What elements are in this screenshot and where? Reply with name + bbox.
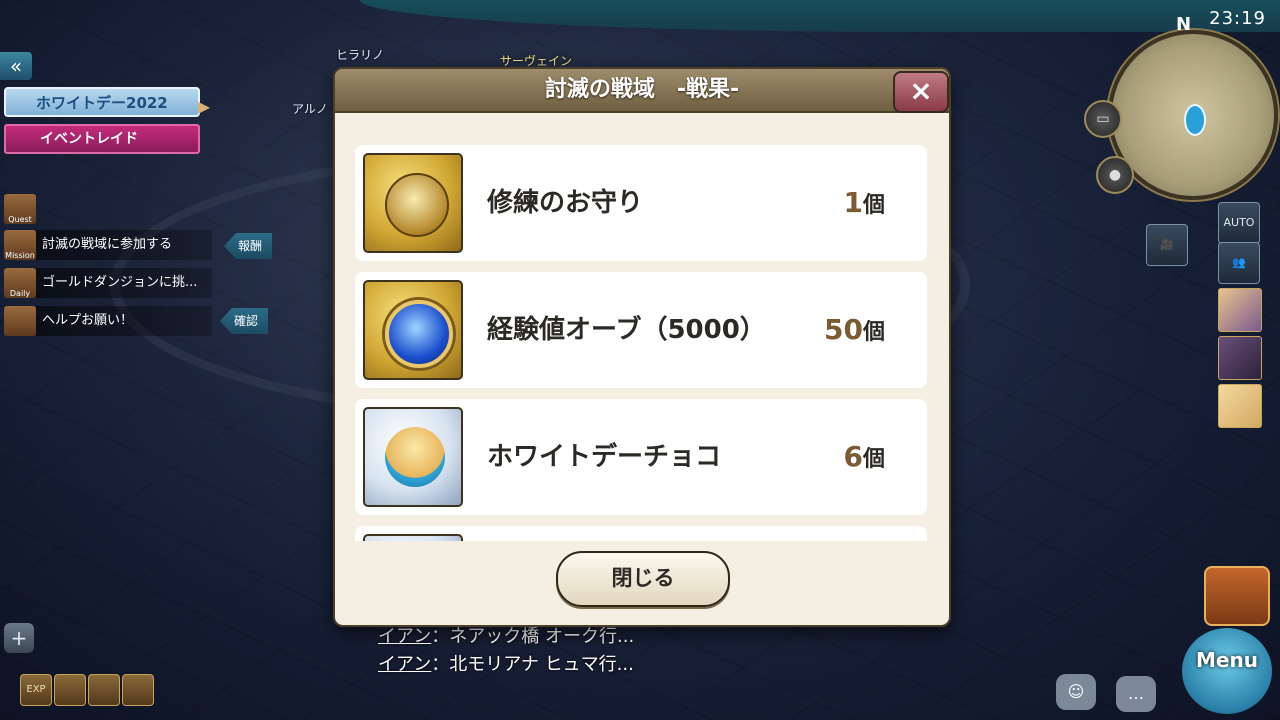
reward-item-partial[interactable] xyxy=(355,526,927,541)
chat-icon[interactable]: … xyxy=(1116,676,1156,712)
emote-icon[interactable]: ☺ xyxy=(1056,674,1096,710)
help-handshake-icon[interactable] xyxy=(4,306,36,336)
chat-line[interactable]: イアン：北モリアナ ヒュマ行... xyxy=(378,650,634,676)
reward-item[interactable]: 経験値オーブ（5000） 50個 xyxy=(355,272,927,388)
clock: 23:19 xyxy=(1209,8,1266,29)
reward-item[interactable]: ホワイトデーチョコ 6個 xyxy=(355,399,927,515)
player-name-label: アルノ xyxy=(292,102,328,116)
menu-button[interactable]: Menu xyxy=(1182,628,1272,714)
reward-name: 修練のお守り xyxy=(487,188,644,218)
party-member-portrait[interactable] xyxy=(1218,384,1262,428)
event-banner-label: ホワイトデー2022 xyxy=(36,94,168,112)
map-toggle-button[interactable]: ▭ xyxy=(1084,100,1122,138)
reward-quantity: 50個 xyxy=(824,313,885,346)
boots-boost-icon[interactable] xyxy=(88,674,120,706)
expand-plus-button[interactable]: + xyxy=(4,623,34,653)
treasure-chest-icon[interactable] xyxy=(1204,566,1270,626)
reward-item-icon xyxy=(363,534,463,541)
character-button[interactable]: ● xyxy=(1096,156,1134,194)
player-location-marker xyxy=(1184,104,1206,136)
tab-mission[interactable]: Mission xyxy=(4,230,36,260)
event-raid-banner[interactable]: イベントレイド xyxy=(4,124,200,154)
party-member-portrait[interactable] xyxy=(1218,288,1262,332)
party-icon[interactable]: 👥 xyxy=(1218,242,1260,284)
exp-boost-icon[interactable]: EXP xyxy=(20,674,52,706)
tab-quest[interactable]: Quest xyxy=(4,194,36,224)
chat-message: ：ネアック橋 オーク行... xyxy=(431,626,635,647)
reward-name: ホワイトデーチョコ xyxy=(487,442,722,472)
reward-item[interactable]: 修練のお守り 1個 xyxy=(355,145,927,261)
party-member-portrait[interactable] xyxy=(1218,336,1262,380)
crown-boost-icon[interactable] xyxy=(122,674,154,706)
compass-north-icon: N xyxy=(1176,14,1192,35)
camera-icon[interactable]: 🎥 xyxy=(1146,224,1188,266)
event-banner-white-day[interactable]: ホワイトデー2022 ▶ xyxy=(4,87,210,117)
chat-message: ：北モリアナ ヒュマ行... xyxy=(431,654,634,675)
white-day-choco-icon xyxy=(363,407,463,507)
coin-boost-icon[interactable] xyxy=(54,674,86,706)
reward-quantity: 1個 xyxy=(843,186,886,219)
tab-daily[interactable]: Daily xyxy=(4,268,36,298)
close-button[interactable]: 閉じる xyxy=(556,551,730,607)
auto-button[interactable]: AUTO xyxy=(1218,202,1260,244)
dialog-title: 討滅の戦域 -戦果- xyxy=(335,69,949,113)
mission-row[interactable]: 討滅の戦域に参加する xyxy=(36,230,212,260)
collapse-hud-button[interactable]: « xyxy=(0,52,32,80)
event-raid-label: イベントレイド xyxy=(40,131,138,147)
mission-row[interactable]: ヘルプお願い！ xyxy=(36,306,212,336)
chat-sender[interactable]: イアン xyxy=(378,654,431,675)
exp-orb-icon xyxy=(363,280,463,380)
mission-row[interactable]: ゴールドダンジョンに挑... xyxy=(36,268,212,298)
chevron-right-icon: ▶ xyxy=(197,97,210,116)
results-dialog: 討滅の戦域 -戦果- × 修練のお守り 1個 経験値オーブ（5000） 50個 … xyxy=(333,67,951,627)
player-name-label: ヒラリノ xyxy=(336,48,385,62)
amulet-icon xyxy=(363,153,463,253)
reward-name: 経験値オーブ（5000） xyxy=(487,315,766,345)
close-icon[interactable]: × xyxy=(893,71,949,113)
reward-list[interactable]: 修練のお守り 1個 経験値オーブ（5000） 50個 ホワイトデーチョコ 6個 xyxy=(353,145,929,541)
reward-quantity: 6個 xyxy=(843,440,886,473)
chat-sender[interactable]: イアン xyxy=(378,626,431,647)
